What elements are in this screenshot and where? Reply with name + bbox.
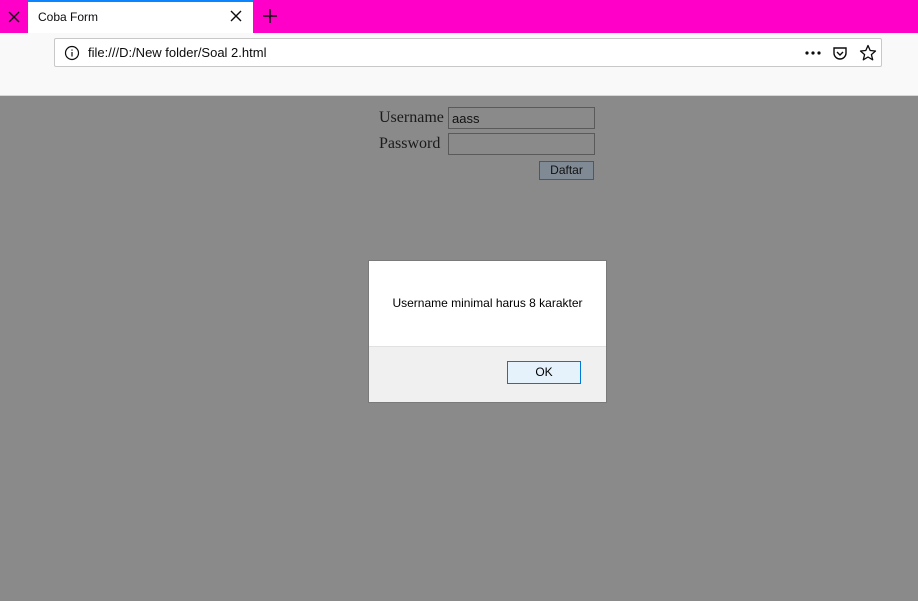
password-input[interactable] xyxy=(448,133,595,155)
tab-coba-form[interactable]: Coba Form xyxy=(28,0,253,33)
daftar-button[interactable]: Daftar xyxy=(539,161,594,180)
tab-close-icon[interactable] xyxy=(229,9,243,23)
tab-strip: Coba Form xyxy=(0,0,918,33)
address-bar[interactable]: file:///D:/New folder/Soal 2.html xyxy=(54,38,882,67)
bookmark-star-icon[interactable] xyxy=(859,44,877,62)
alert-dialog: Username minimal harus 8 karakter OK xyxy=(368,260,607,403)
username-input[interactable] xyxy=(448,107,595,129)
password-label: Password xyxy=(379,135,441,152)
alert-message: Username minimal harus 8 karakter xyxy=(392,296,583,310)
navigation-toolbar: file:///D:/New folder/Soal 2.html xyxy=(0,33,918,96)
new-tab-icon[interactable] xyxy=(261,7,279,25)
ok-button[interactable]: OK xyxy=(507,361,581,384)
url-text[interactable]: file:///D:/New folder/Soal 2.html xyxy=(88,45,266,60)
close-icon[interactable] xyxy=(0,0,28,33)
more-actions-icon[interactable] xyxy=(804,46,822,60)
alert-footer: OK xyxy=(369,346,606,402)
info-icon[interactable] xyxy=(64,45,80,61)
tab-title: Coba Form xyxy=(38,10,99,24)
username-label: Username xyxy=(379,109,444,126)
pocket-icon[interactable] xyxy=(832,45,848,61)
